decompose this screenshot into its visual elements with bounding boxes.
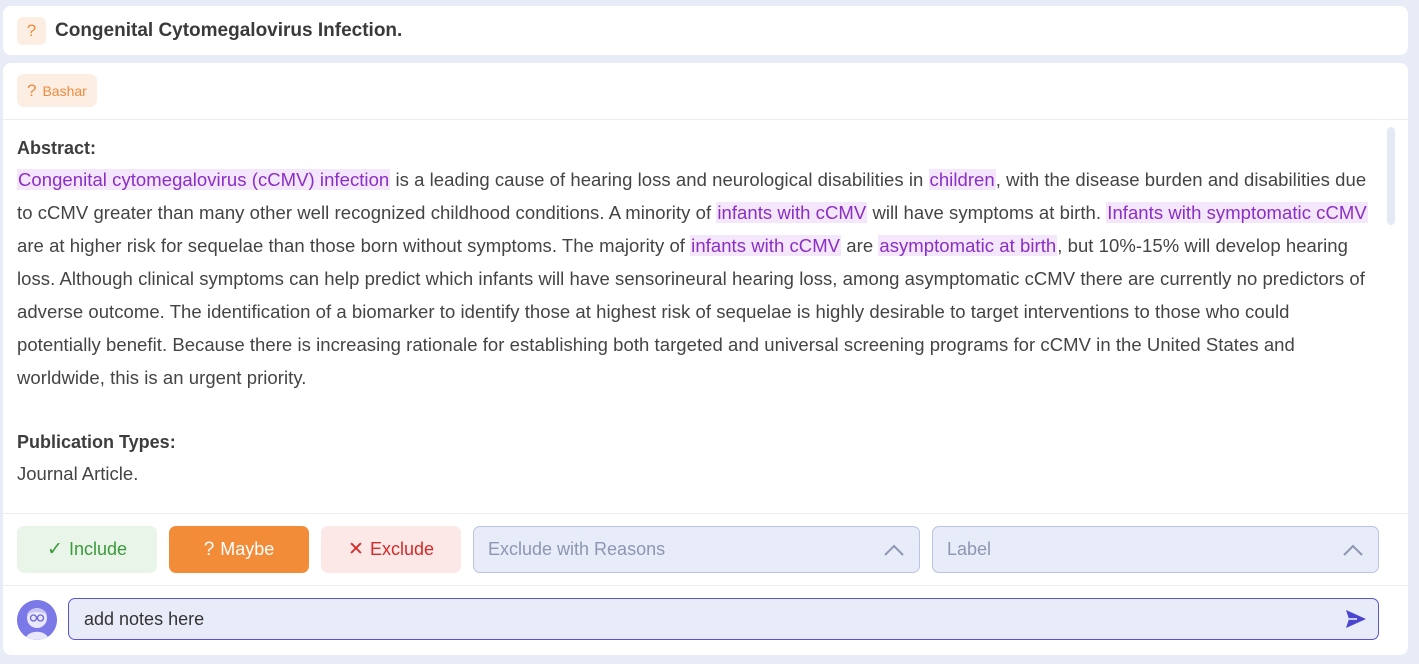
user-tag[interactable]: ? Bashar	[17, 74, 97, 107]
close-icon: ✕	[348, 539, 364, 560]
user-avatar-icon	[17, 600, 57, 640]
highlighted-term: infants with cCMV	[690, 235, 842, 256]
question-icon: ?	[203, 538, 215, 560]
highlighted-term: infants with cCMV	[716, 202, 868, 223]
question-icon: ?	[27, 80, 37, 100]
publication-types-value: Journal Article.	[17, 463, 139, 484]
label-select[interactable]: Label	[932, 526, 1379, 573]
abstract-segment: is a leading cause of hearing loss and n…	[390, 169, 929, 190]
highlighted-term: Infants with symptomatic cCMV	[1106, 202, 1368, 223]
abstract-text: Congenital cytomegalovirus (cCMV) infect…	[17, 163, 1377, 394]
user-tag-label: Bashar	[42, 82, 87, 99]
maybe-button[interactable]: ? Maybe	[169, 526, 309, 573]
article-content: Abstract: Congenital cytomegalovirus (cC…	[17, 133, 1377, 490]
highlighted-term: Congenital cytomegalovirus (cCMV) infect…	[17, 169, 391, 190]
highlighted-term: children	[928, 169, 996, 190]
include-label: Include	[68, 539, 127, 559]
check-icon: ✓	[47, 539, 63, 560]
include-button[interactable]: ✓ Include	[17, 526, 157, 573]
scrollbar-thumb[interactable]	[1387, 127, 1395, 225]
page-title: Congenital Cytomegalovirus Infection.	[55, 19, 403, 41]
publication-types-heading: Publication Types:	[17, 432, 176, 452]
maybe-label: Maybe	[220, 539, 275, 559]
label-placeholder: Label	[947, 539, 992, 559]
chevron-up-icon	[1343, 544, 1363, 556]
exclude-label: Exclude	[369, 539, 434, 559]
abstract-heading: Abstract:	[17, 138, 97, 158]
exclude-button[interactable]: ✕ Exclude	[321, 526, 461, 573]
article-card: ? Bashar Abstract: Congenital cytomegalo…	[3, 63, 1408, 655]
divider	[3, 513, 1408, 514]
divider	[3, 585, 1408, 586]
abstract-segment: are	[841, 235, 879, 256]
avatar	[17, 600, 57, 640]
tag-row: ? Bashar	[17, 74, 97, 107]
decision-actions: ✓ Include ? Maybe ✕ Exclude Exclude with…	[17, 526, 1379, 573]
highlighted-term: asymptomatic at birth	[878, 235, 1058, 256]
notes-row	[17, 598, 1379, 640]
divider	[3, 119, 1408, 120]
abstract-segment: are at higher risk for sequelae than tho…	[17, 235, 691, 256]
abstract-segment: , but 10%-15% will develop hearing loss.…	[17, 235, 1365, 388]
exclude-reasons-select[interactable]: Exclude with Reasons	[473, 526, 920, 573]
exclude-reasons-placeholder: Exclude with Reasons	[488, 539, 666, 559]
question-badge-icon: ?	[17, 16, 46, 45]
abstract-segment: will have symptoms at birth.	[867, 202, 1107, 223]
notes-input[interactable]	[68, 598, 1379, 640]
title-card: ? Congenital Cytomegalovirus Infection.	[3, 6, 1408, 55]
chevron-up-icon	[884, 544, 904, 556]
send-icon[interactable]	[1345, 609, 1367, 629]
